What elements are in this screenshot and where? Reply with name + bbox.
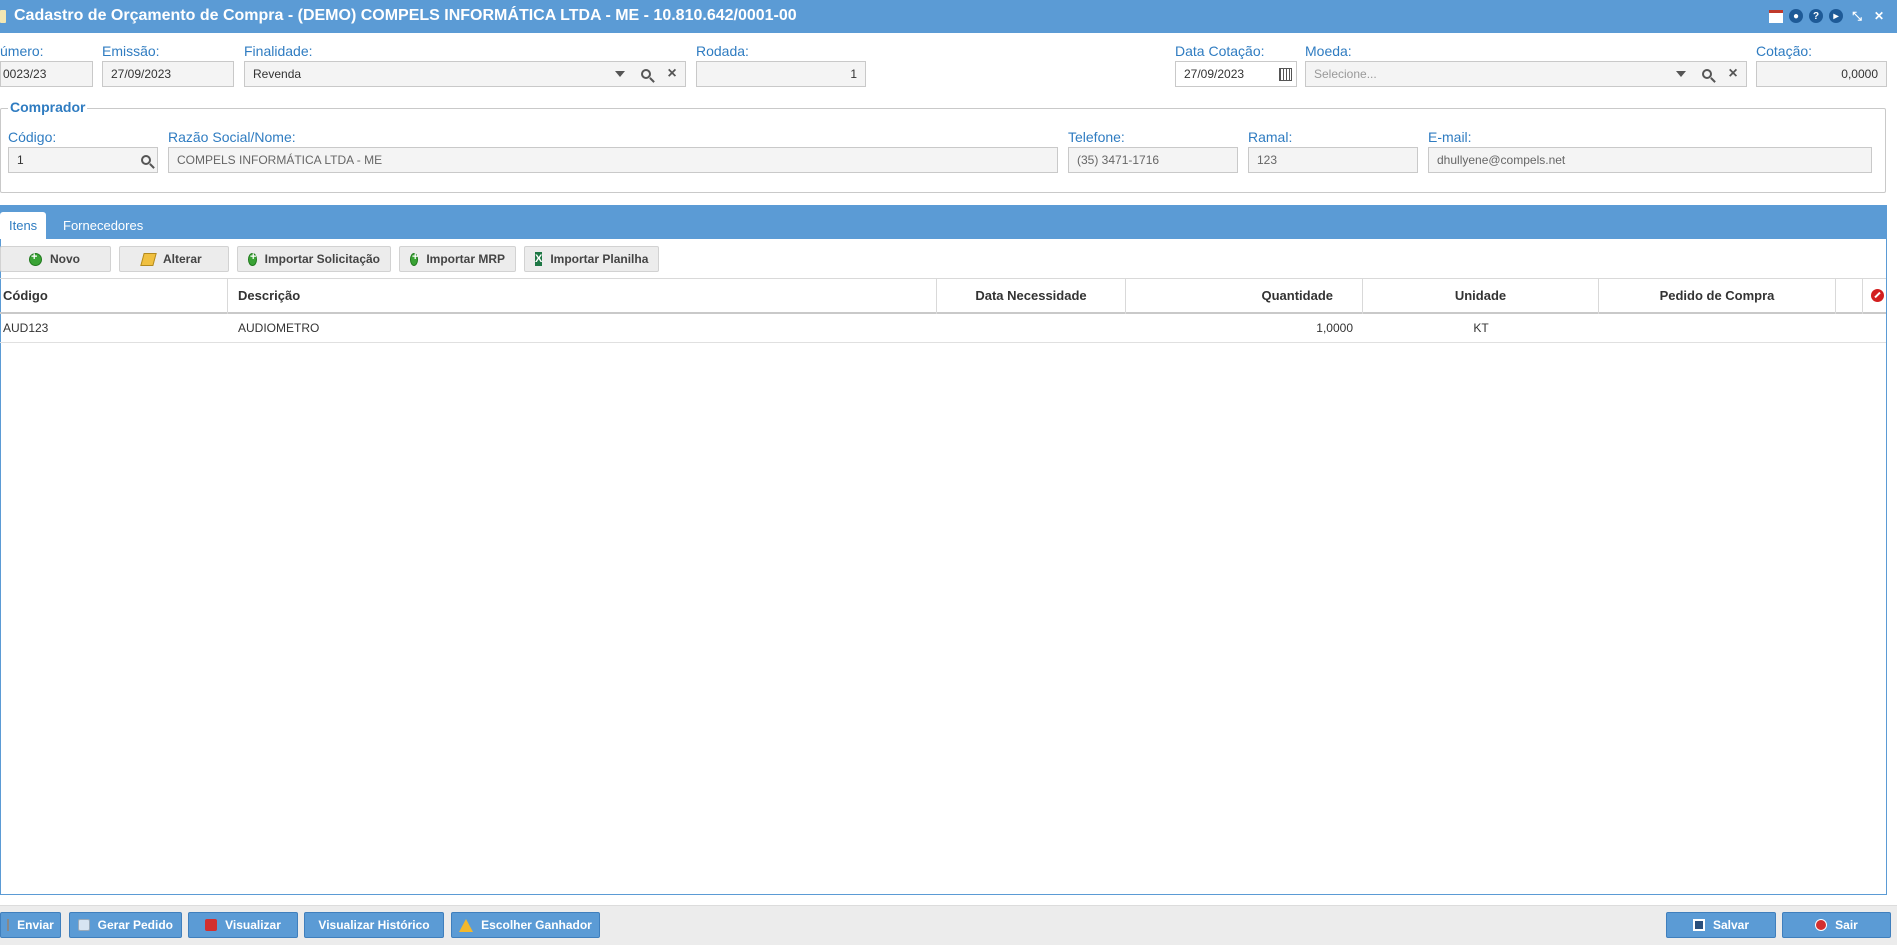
visualizar-historico-label: Visualizar Histórico [318,918,430,932]
edit-icon [140,252,157,266]
data-cotacao-field[interactable]: 27/09/2023 [1175,61,1297,87]
order-icon [78,919,90,931]
data-cotacao-value: 27/09/2023 [1184,67,1245,81]
salvar-button[interactable]: Salvar [1666,912,1776,938]
calendar-picker-icon[interactable] [1274,62,1296,86]
tab-bar [0,205,1887,239]
search-icon[interactable] [635,62,657,86]
finalidade-label: Finalidade: [244,43,313,59]
finalidade-value: Revenda [253,67,302,81]
window-controls: ● ? ▸ ⤡ ✕ [1769,8,1887,24]
cell-pedido-compra [1599,314,1836,343]
chevron-down-icon[interactable] [1670,62,1692,86]
escolher-ganhador-label: Escolher Ganhador [481,918,592,932]
ramal-field[interactable]: 123 [1248,147,1418,173]
visualizar-label: Visualizar [225,918,281,932]
alterar-button[interactable]: Alterar [119,246,229,272]
col-descricao[interactable]: Descrição [228,278,937,314]
col-spacer [1836,278,1863,314]
gerar-pedido-button[interactable]: Gerar Pedido [69,912,182,938]
enviar-button[interactable]: Enviar [0,912,61,938]
data-cotacao-label: Data Cotação: [1175,43,1265,59]
collapse-icon[interactable]: ⤡ [1849,8,1865,24]
finalidade-select[interactable]: Revenda × [244,61,686,87]
telefone-label: Telefone: [1068,129,1125,145]
ramal-label: Ramal: [1248,129,1293,145]
razao-field[interactable]: COMPELS INFORMÁTICA LTDA - ME [168,147,1058,173]
escolher-ganhador-button[interactable]: Escolher Ganhador [451,912,600,938]
visualizar-button[interactable]: Visualizar [188,912,298,938]
search-icon[interactable] [135,148,157,172]
cell-descricao: AUDIOMETRO [238,321,320,335]
moeda-placeholder: Selecione... [1314,67,1377,81]
numero-label: úmero: [0,43,44,59]
salvar-label: Salvar [1712,918,1750,932]
telefone-field[interactable]: (35) 3471-1716 [1068,147,1238,173]
clear-icon[interactable]: × [1722,62,1744,86]
excel-icon: X [535,252,543,266]
chevron-down-icon[interactable] [609,62,631,86]
importar-planilha-label: Importar Planilha [550,252,649,266]
cotacao-label: Cotação: [1756,43,1813,59]
star-icon [459,918,474,932]
col-pedido-compra[interactable]: Pedido de Compra [1599,278,1836,314]
novo-button[interactable]: Novo [0,246,111,272]
sair-button[interactable]: Sair [1782,912,1891,938]
importar-solicitacao-button[interactable]: Importar Solicitação [237,246,391,272]
col-quantidade[interactable]: Quantidade [1126,278,1363,314]
moeda-label: Moeda: [1305,43,1352,59]
close-icon[interactable]: ✕ [1871,8,1887,24]
tab-fornecedores[interactable]: Fornecedores [54,212,152,239]
rodada-label: Rodada: [696,43,749,59]
cell-unidade: KT [1473,321,1489,335]
window-titlebar: Cadastro de Orçamento de Compra - (DEMO)… [0,0,1897,33]
codigo-field[interactable]: 1 [8,147,158,173]
calendar-icon[interactable] [1769,9,1783,23]
mail-icon [7,919,10,931]
cell-quantidade: 1,0000 [1316,321,1353,335]
importar-planilha-button[interactable]: X Importar Planilha [524,246,659,272]
importar-mrp-button[interactable]: Importar MRP [399,246,516,272]
pdf-icon [205,919,218,931]
email-label: E-mail: [1428,129,1472,145]
moeda-select[interactable]: Selecione... × [1305,61,1747,87]
window-title: Cadastro de Orçamento de Compra - (DEMO)… [14,7,797,24]
rodada-field[interactable]: 1 [696,61,866,87]
alterar-label: Alterar [163,252,202,266]
tab-itens[interactable]: Itens [0,212,47,239]
comprador-legend: Comprador [8,99,88,115]
save-icon [1692,919,1705,931]
window-icon [0,10,6,23]
cell-data-necessidade [937,314,1126,343]
chat-icon[interactable]: ● [1789,9,1803,23]
play-icon[interactable]: ▸ [1829,9,1843,23]
import-icon [410,251,419,266]
clear-icon[interactable]: × [661,62,683,86]
emissao-field[interactable]: 27/09/2023 [102,61,234,87]
enviar-label: Enviar [17,918,54,932]
cotacao-field[interactable]: 0,0000 [1756,61,1887,87]
exit-icon [1815,919,1828,931]
cell-codigo: AUD123 [3,321,49,335]
help-icon[interactable]: ? [1809,9,1823,23]
codigo-label: Código: [8,129,57,145]
gerar-pedido-label: Gerar Pedido [97,918,173,932]
email-field[interactable]: dhullyene@compels.net [1428,147,1872,173]
numero-field[interactable]: 0023/23 [0,61,93,87]
import-icon [248,251,257,266]
novo-label: Novo [50,252,80,266]
col-codigo[interactable]: Código [0,278,228,314]
col-data-necessidade[interactable]: Data Necessidade [937,278,1126,314]
codigo-value: 1 [17,153,24,167]
razao-label: Razão Social/Nome: [168,129,296,145]
visualizar-historico-button[interactable]: Visualizar Histórico [304,912,444,938]
importar-mrp-label: Importar MRP [426,252,505,266]
add-icon [29,251,42,266]
emissao-label: Emissão: [102,43,160,59]
sair-label: Sair [1835,918,1858,932]
importar-solicitacao-label: Importar Solicitação [264,252,380,266]
search-icon[interactable] [1696,62,1718,86]
col-unidade[interactable]: Unidade [1363,278,1599,314]
clear-filter-icon[interactable] [1871,289,1884,302]
